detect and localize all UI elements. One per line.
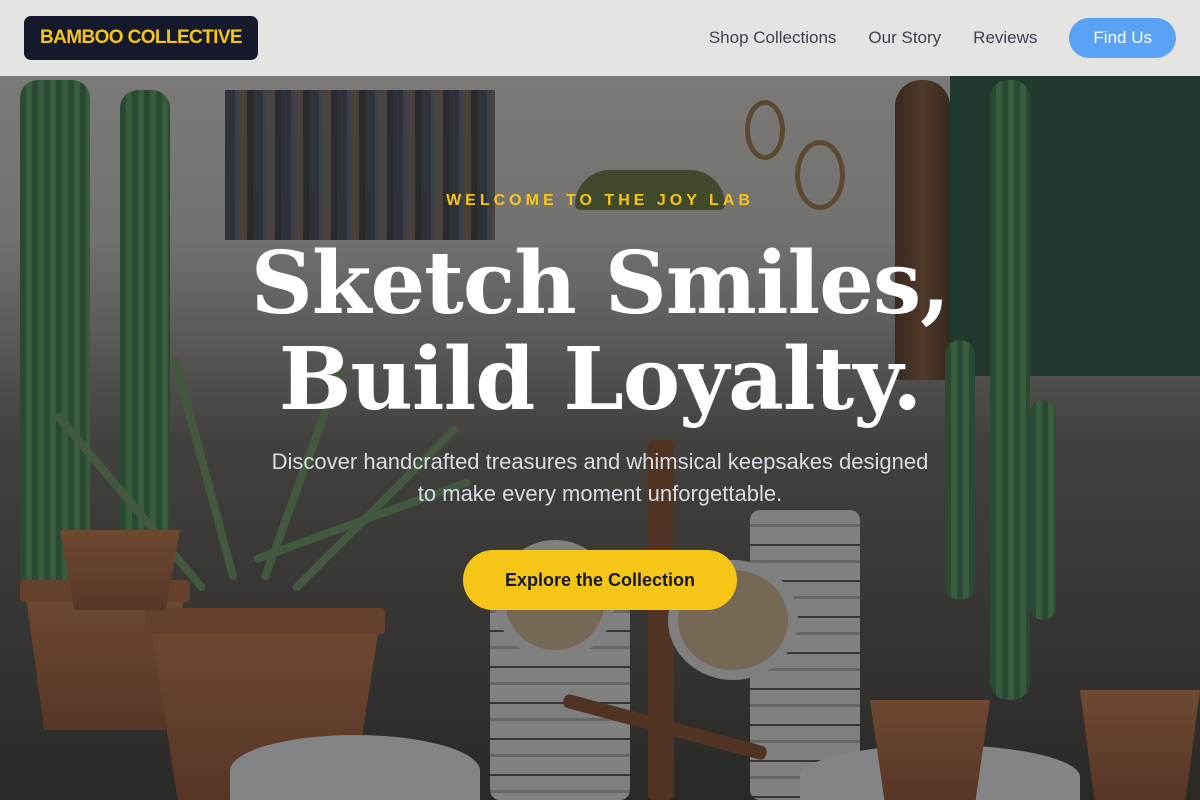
headline-line-1: Sketch Smiles, [250, 233, 950, 334]
landing-page: BAMBOO COLLECTIVE Shop Collections Our S… [0, 0, 1200, 800]
site-header: BAMBOO COLLECTIVE Shop Collections Our S… [0, 0, 1200, 76]
find-us-button[interactable]: Find Us [1069, 18, 1176, 58]
hero-section: WELCOME TO THE JOY LAB Sketch Smiles, Bu… [0, 76, 1200, 800]
hero-headline: Sketch Smiles, Build Loyalty. [0, 236, 1200, 428]
nav-link-reviews[interactable]: Reviews [973, 28, 1037, 48]
nav-link-our-story[interactable]: Our Story [868, 28, 941, 48]
headline-line-2: Build Loyalty. [278, 329, 923, 430]
hero-eyebrow: WELCOME TO THE JOY LAB [446, 192, 754, 209]
explore-collection-button[interactable]: Explore the Collection [463, 550, 737, 610]
nav-link-shop-collections[interactable]: Shop Collections [709, 28, 837, 48]
main-nav: Shop Collections Our Story Reviews Find … [709, 18, 1176, 58]
brand-logo[interactable]: BAMBOO COLLECTIVE [24, 16, 258, 60]
hero-subtitle: Discover handcrafted treasures and whims… [271, 449, 929, 506]
